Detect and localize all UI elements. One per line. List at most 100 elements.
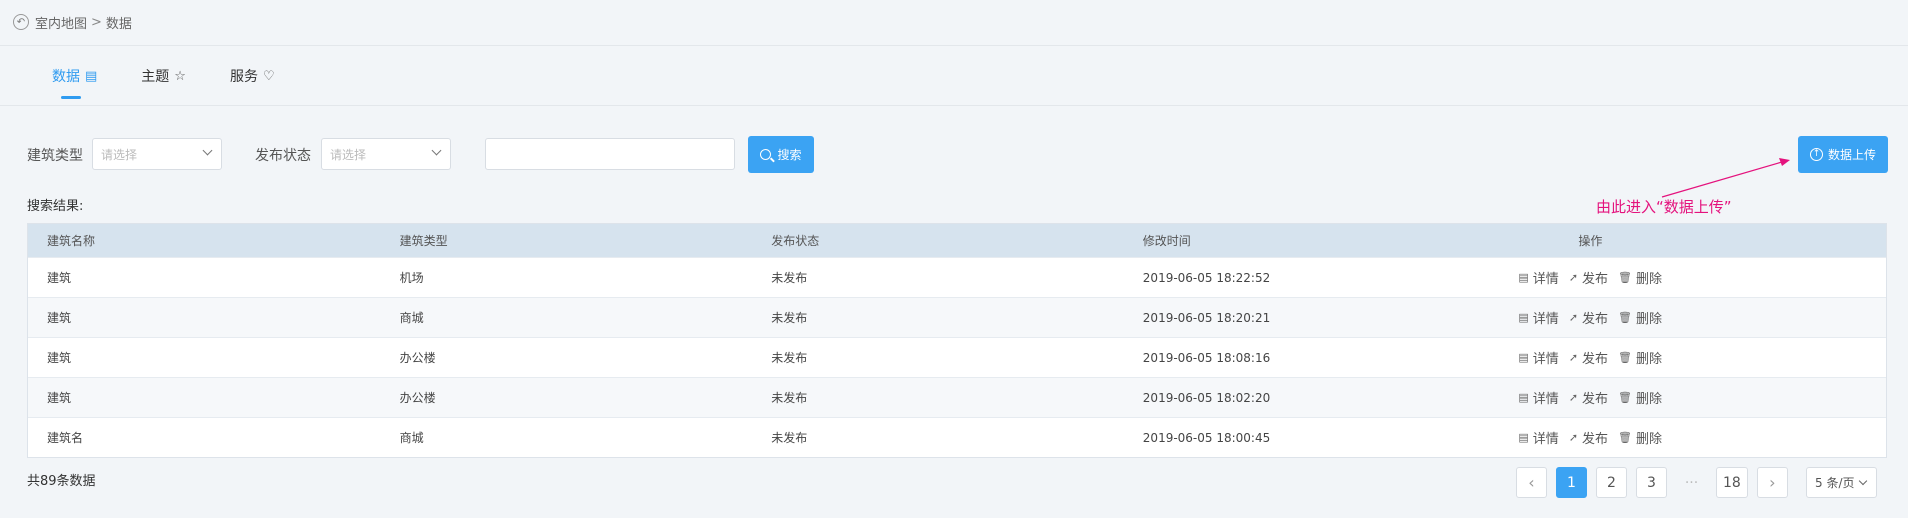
cell-operations: ▤ 详情 ➚ 发布 🗑 删除 xyxy=(1514,348,1886,367)
send-icon: ➚ xyxy=(1568,351,1579,364)
details-button[interactable]: ▤ 详情 xyxy=(1518,388,1558,407)
cell-publish-status: 未发布 xyxy=(771,351,808,365)
header-modified-time: 修改时间 xyxy=(1142,234,1191,248)
details-label: 详情 xyxy=(1532,392,1559,407)
search-button[interactable]: 搜索 xyxy=(748,136,814,173)
header-publish-status: 发布状态 xyxy=(771,234,820,248)
prev-page-button[interactable]: ‹ xyxy=(1516,467,1547,498)
send-icon: ➚ xyxy=(1568,431,1579,444)
total-count: 共89条数据 xyxy=(27,474,96,489)
trash-icon: 🗑 xyxy=(1618,311,1633,324)
back-arrow-icon[interactable]: ↶ xyxy=(13,14,29,30)
tab-data[interactable]: 数据 ▤ xyxy=(52,66,98,99)
cell-operations: ▤ 详情 ➚ 发布 🗑 删除 xyxy=(1514,388,1886,407)
data-upload-label: 数据上传 xyxy=(1827,148,1876,162)
delete-button[interactable]: 🗑 删除 xyxy=(1618,268,1662,287)
cell-building-type: 办公楼 xyxy=(399,351,436,365)
search-icon xyxy=(760,149,772,160)
page-size-value: 5 条/页 xyxy=(1815,476,1855,490)
header-operations: 操作 xyxy=(1578,234,1603,248)
data-icon: ▤ xyxy=(85,68,98,84)
trash-icon: 🗑 xyxy=(1618,271,1633,284)
details-icon: ▤ xyxy=(1518,431,1529,444)
cell-publish-status: 未发布 xyxy=(771,311,808,325)
details-label: 详情 xyxy=(1532,312,1559,327)
heart-icon: ♡ xyxy=(262,68,275,84)
publish-button[interactable]: ➚ 发布 xyxy=(1569,388,1608,407)
publish-status-label: 发布状态 xyxy=(255,148,311,164)
delete-button[interactable]: 🗑 删除 xyxy=(1618,308,1662,327)
publish-label: 发布 xyxy=(1582,312,1609,327)
page-numbers: 1 2 3 ··· 18 xyxy=(1556,467,1757,498)
details-button[interactable]: ▤ 详情 xyxy=(1518,268,1558,287)
breadcrumb-separator: > xyxy=(91,14,102,30)
publish-label: 发布 xyxy=(1582,272,1609,287)
details-label: 详情 xyxy=(1532,352,1559,367)
delete-label: 删除 xyxy=(1636,272,1663,287)
header-building-name: 建筑名称 xyxy=(47,234,96,248)
cell-building-type: 商城 xyxy=(399,431,424,445)
page-size-select[interactable]: 5 条/页 xyxy=(1806,467,1877,498)
publish-status-select[interactable]: 请选择 xyxy=(321,138,451,170)
tab-theme[interactable]: 主题 ☆ xyxy=(141,66,186,86)
building-type-placeholder: 请选择 xyxy=(101,147,138,162)
page-button[interactable]: 3 xyxy=(1636,467,1667,498)
table-row: 建筑 商城 未发布 2019-06-05 18:20:21 ▤ 详情 ➚ 发布 🗑 删除 xyxy=(28,297,1886,337)
breadcrumb-parent[interactable]: 室内地图 xyxy=(35,13,87,32)
cell-building-type: 商城 xyxy=(399,311,424,325)
cell-operations: ▤ 详情 ➚ 发布 🗑 删除 xyxy=(1514,308,1886,327)
cell-operations: ▤ 详情 ➚ 发布 🗑 删除 xyxy=(1514,428,1886,447)
delete-label: 删除 xyxy=(1636,432,1663,447)
details-button[interactable]: ▤ 详情 xyxy=(1518,308,1558,327)
send-icon: ➚ xyxy=(1568,271,1579,284)
data-upload-button[interactable]: ↑ 数据上传 xyxy=(1798,136,1888,173)
search-input[interactable] xyxy=(485,138,735,170)
star-icon: ☆ xyxy=(174,68,186,84)
details-label: 详情 xyxy=(1532,272,1559,287)
divider xyxy=(0,105,1908,106)
delete-label: 删除 xyxy=(1636,352,1663,367)
tab-bar: 数据 ▤ 主题 ☆ 服务 ♡ xyxy=(52,66,319,99)
publish-button[interactable]: ➚ 发布 xyxy=(1569,268,1608,287)
trash-icon: 🗑 xyxy=(1618,391,1633,404)
next-page-button[interactable]: › xyxy=(1756,467,1788,498)
send-icon: ➚ xyxy=(1568,311,1579,324)
building-type-select[interactable]: 请选择 xyxy=(92,138,222,170)
cell-building-name: 建筑 xyxy=(47,271,72,285)
publish-label: 发布 xyxy=(1582,392,1609,407)
details-button[interactable]: ▤ 详情 xyxy=(1518,428,1558,447)
cell-modified-time: 2019-06-05 18:20:21 xyxy=(1142,310,1271,325)
details-button[interactable]: ▤ 详情 xyxy=(1518,348,1558,367)
annotation-text: 由此进入“数据上传” xyxy=(1596,198,1732,216)
cell-building-type: 办公楼 xyxy=(399,391,436,405)
cell-building-name: 建筑名 xyxy=(47,431,84,445)
cell-publish-status: 未发布 xyxy=(771,271,808,285)
table-body: 建筑 机场 未发布 2019-06-05 18:22:52 ▤ 详情 ➚ 发布 🗑 删除 建筑 商城未… xyxy=(28,257,1886,457)
table-row: 建筑名 商城 未发布 2019-06-05 18:00:45 ▤ 详情 ➚ 发布 🗑 删除 xyxy=(28,417,1886,457)
delete-button[interactable]: 🗑 删除 xyxy=(1618,388,1662,407)
cell-modified-time: 2019-06-05 18:22:52 xyxy=(1142,270,1271,285)
cell-building-type: 机场 xyxy=(399,271,424,285)
cell-publish-status: 未发布 xyxy=(771,431,808,445)
delete-button[interactable]: 🗑 删除 xyxy=(1618,428,1662,447)
cell-modified-time: 2019-06-05 18:02:20 xyxy=(1142,390,1271,405)
page-button[interactable]: 18 xyxy=(1716,467,1748,498)
tab-label: 主题 xyxy=(141,69,170,85)
cell-publish-status: 未发布 xyxy=(771,391,808,405)
publish-button[interactable]: ➚ 发布 xyxy=(1569,348,1608,367)
publish-status-placeholder: 请选择 xyxy=(330,147,367,162)
building-type-label: 建筑类型 xyxy=(27,148,83,164)
delete-button[interactable]: 🗑 删除 xyxy=(1618,348,1662,367)
trash-icon: 🗑 xyxy=(1618,351,1633,364)
trash-icon: 🗑 xyxy=(1618,431,1633,444)
page-button[interactable]: 1 xyxy=(1556,467,1587,498)
page-button[interactable]: 2 xyxy=(1596,467,1627,498)
tab-service[interactable]: 服务 ♡ xyxy=(230,66,275,86)
delete-label: 删除 xyxy=(1636,392,1663,407)
cell-operations: ▤ 详情 ➚ 发布 🗑 删除 xyxy=(1514,268,1886,287)
page-ellipsis: ··· xyxy=(1684,474,1699,491)
publish-button[interactable]: ➚ 发布 xyxy=(1569,308,1608,327)
table-row: 建筑 机场 未发布 2019-06-05 18:22:52 ▤ 详情 ➚ 发布 🗑 删除 xyxy=(28,257,1886,297)
publish-button[interactable]: ➚ 发布 xyxy=(1569,428,1608,447)
chevron-down-icon xyxy=(1858,476,1868,486)
